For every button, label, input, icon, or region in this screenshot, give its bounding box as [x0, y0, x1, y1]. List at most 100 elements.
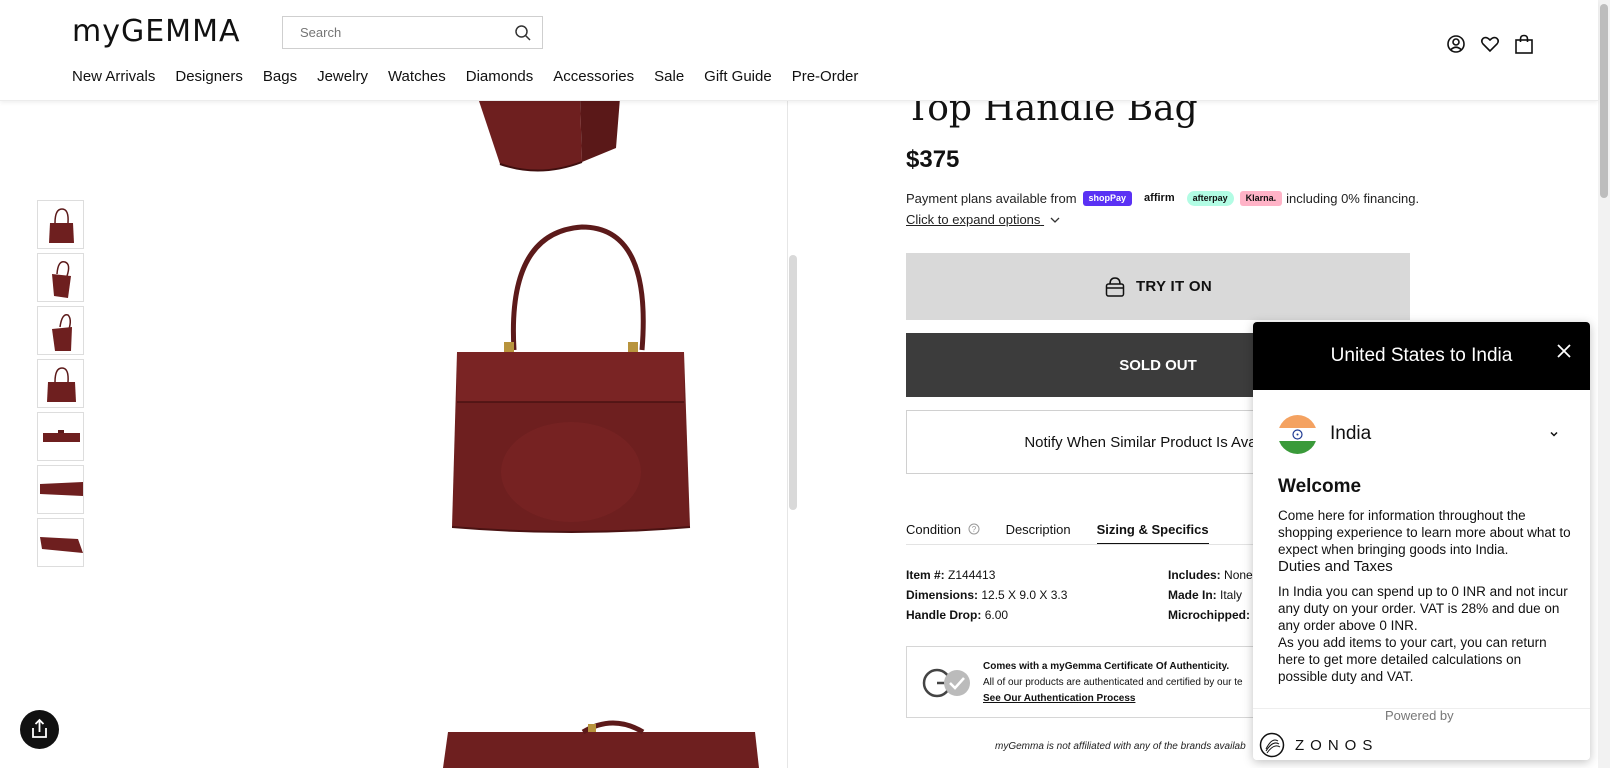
thumbnail[interactable]	[37, 518, 84, 567]
shoppay-badge[interactable]: shopPay	[1082, 191, 1133, 206]
cart-icon[interactable]	[1513, 33, 1535, 55]
page-scrollbar[interactable]	[1598, 0, 1610, 768]
thumbnail[interactable]	[37, 465, 84, 514]
thumbnail[interactable]	[37, 306, 84, 355]
spec-label: Dimensions:	[906, 588, 979, 602]
wishlist-icon[interactable]	[1479, 33, 1501, 55]
header-icons	[1445, 33, 1535, 55]
share-icon	[32, 718, 47, 738]
product-price: $375	[906, 146, 960, 173]
page-scrollbar-thumb[interactable]	[1600, 4, 1608, 198]
tab-sizing-specifics[interactable]: Sizing & Specifics	[1096, 522, 1209, 545]
expand-options-label: Click to expand options	[906, 212, 1041, 227]
affirm-badge[interactable]: affirm	[1138, 191, 1181, 206]
spec-row: Made In: Italy	[1168, 585, 1262, 605]
country-name: India	[1330, 423, 1372, 444]
tab-description[interactable]: Description	[1006, 522, 1071, 545]
thumbnail[interactable]	[37, 200, 84, 249]
product-image-main	[452, 224, 691, 533]
nav-bags[interactable]: Bags	[263, 68, 297, 85]
try-it-on-label: TRY IT ON	[1135, 278, 1213, 295]
thumbnail-strip	[37, 200, 84, 571]
nav-diamonds[interactable]: Diamonds	[466, 68, 534, 85]
klarna-badge[interactable]: Klarna.	[1239, 191, 1283, 206]
thumbnail[interactable]	[37, 253, 84, 302]
product-image-previous	[478, 98, 620, 172]
powered-by-label: Powered by	[1385, 708, 1454, 723]
account-icon[interactable]	[1445, 33, 1467, 55]
site-logo[interactable]: myGEMMA	[72, 14, 240, 49]
payment-prefix: Payment plans available from	[906, 191, 1077, 206]
india-flag-icon	[1278, 414, 1317, 454]
tab-condition-label: Condition	[906, 522, 961, 537]
search-input[interactable]	[283, 17, 503, 48]
zonos-logo-icon	[1259, 732, 1285, 758]
spec-value: 12.5 X 9.0 X 3.3	[981, 588, 1068, 602]
authenticity-badge-icon	[922, 668, 970, 698]
zonos-header: United States to India	[1253, 322, 1590, 390]
nav-pre-order[interactable]: Pre-Order	[792, 68, 859, 85]
sold-out-label: SOLD OUT	[1119, 356, 1197, 374]
spec-row: Handle Drop: 6.00	[906, 605, 1067, 625]
product-page: myGEMMA New Arrivals Designers Bags Jewe…	[0, 0, 1610, 768]
spec-row: Item #: Z144413	[906, 565, 1067, 585]
specs-left: Item #: Z144413 Dimensions: 12.5 X 9.0 X…	[906, 565, 1067, 625]
zonos-title: United States to India	[1330, 345, 1513, 366]
chevron-down-icon	[1550, 431, 1558, 437]
authenticity-body: All of our products are authenticated an…	[983, 677, 1243, 688]
authentication-process-link[interactable]: See Our Authentication Process	[983, 691, 1243, 707]
spec-row: Microchipped: N	[1168, 605, 1262, 625]
help-icon[interactable]: ?	[968, 523, 980, 535]
afterpay-badge[interactable]: afterpay	[1186, 191, 1234, 206]
try-it-on-button[interactable]: TRY IT ON	[906, 253, 1410, 320]
thumbnail[interactable]	[37, 359, 84, 408]
zonos-brand: ZONOS	[1295, 736, 1379, 754]
product-tabs: Condition ? Description Sizing & Specifi…	[906, 522, 1235, 545]
search-box[interactable]	[282, 16, 543, 49]
thumbnail[interactable]	[37, 412, 84, 461]
spec-value: 6.00	[984, 608, 1009, 622]
nav-accessories[interactable]: Accessories	[553, 68, 634, 85]
spec-label: Handle Drop:	[906, 608, 982, 622]
spec-label: Includes:	[1168, 568, 1221, 582]
zonos-logo[interactable]: ZONOS	[1259, 732, 1378, 758]
nav-new-arrivals[interactable]: New Arrivals	[72, 68, 155, 85]
payment-plans: Payment plans available from shopPay aff…	[906, 191, 1419, 206]
spec-value: Z144413	[948, 568, 996, 582]
main-nav: New Arrivals Designers Bags Jewelry Watc…	[72, 68, 878, 85]
expand-options-link[interactable]: Click to expand options	[906, 212, 1060, 227]
share-button[interactable]	[20, 710, 59, 749]
search-icon[interactable]	[514, 24, 532, 42]
svg-text:?: ?	[971, 525, 976, 534]
nav-gift-guide[interactable]: Gift Guide	[704, 68, 772, 85]
duties-heading: Duties and Taxes	[1278, 558, 1393, 575]
zonos-intro: Come here for information throughout the…	[1278, 508, 1571, 557]
authenticity-title: Comes with a myGemma Certificate Of Auth…	[983, 661, 1230, 672]
cart-text: As you add items to your cart, you can r…	[1278, 635, 1547, 684]
spec-row: Includes: None	[1168, 565, 1262, 585]
chevron-down-icon	[1050, 217, 1060, 223]
duties-text: In India you can spend up to 0 INR and n…	[1278, 584, 1568, 633]
nav-jewelry[interactable]: Jewelry	[317, 68, 368, 85]
nav-sale[interactable]: Sale	[654, 68, 684, 85]
site-header: myGEMMA New Arrivals Designers Bags Jewe…	[0, 0, 1598, 101]
nav-designers[interactable]: Designers	[175, 68, 243, 85]
spec-row: Dimensions: 12.5 X 9.0 X 3.3	[906, 585, 1067, 605]
close-icon[interactable]	[1556, 343, 1572, 359]
zonos-body: Come here for information throughout the…	[1278, 507, 1573, 685]
product-image-next	[443, 720, 759, 768]
zonos-welcome-heading: Welcome	[1278, 476, 1362, 497]
tab-condition[interactable]: Condition ?	[906, 522, 980, 545]
nav-watches[interactable]: Watches	[388, 68, 446, 85]
spec-value: None	[1224, 568, 1253, 582]
spec-value: Italy	[1220, 588, 1243, 602]
specs-right: Includes: None Made In: Italy Microchipp…	[1168, 565, 1262, 625]
spec-label: Microchipped:	[1168, 608, 1251, 622]
bag-icon	[1105, 276, 1125, 297]
notify-label: Notify When Similar Product Is Available	[1024, 433, 1292, 451]
gallery-scrollbar[interactable]	[789, 255, 797, 510]
zonos-welcome-modal: United States to India India Welcome Com…	[1253, 322, 1590, 760]
payment-suffix: including 0% financing.	[1286, 191, 1420, 206]
country-select[interactable]: India	[1278, 414, 1568, 454]
gallery-divider	[787, 100, 788, 768]
